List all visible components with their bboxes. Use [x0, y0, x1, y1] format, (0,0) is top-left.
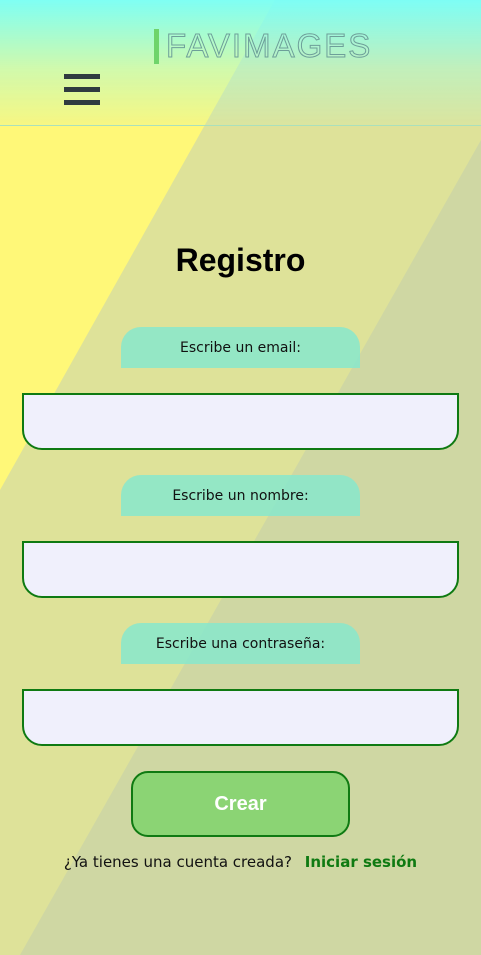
name-label: Escribe un nombre:	[121, 475, 360, 516]
create-account-button[interactable]: Crear	[131, 771, 350, 837]
login-link[interactable]: Iniciar sesión	[305, 853, 417, 871]
registration-form: Registro Escribe un email: Escribe un no…	[0, 0, 481, 955]
password-label: Escribe una contraseña:	[121, 623, 360, 664]
login-question: ¿Ya tienes una cuenta creada?	[63, 853, 292, 871]
login-prompt: ¿Ya tienes una cuenta creada? Iniciar se…	[0, 853, 481, 871]
email-label: Escribe un email:	[121, 327, 360, 368]
password-field[interactable]	[22, 689, 459, 746]
email-field[interactable]	[22, 393, 459, 450]
page-title: Registro	[175, 242, 306, 278]
name-field[interactable]	[22, 541, 459, 598]
